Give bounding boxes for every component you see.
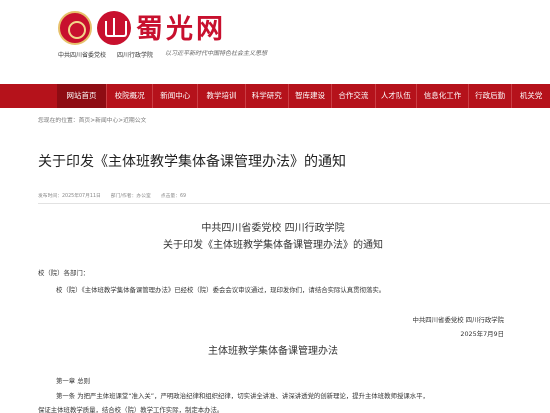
header-slogan: 以习近平新时代中国特色社会主义思想 — [165, 50, 268, 57]
breadcrumb-news-link[interactable]: 新闻中心 — [95, 118, 118, 124]
nav-item[interactable]: 人才队伍 — [376, 84, 417, 108]
nav-separator — [244, 84, 246, 108]
article-title: 关于印发《主体班教学集体备课管理办法》的通知 — [38, 154, 346, 170]
nav-separator — [106, 84, 107, 108]
doc-article-line: 保证主体班教学质量，结合校（院）教学工作实际，制定本办法。 — [38, 406, 224, 413]
nav-separator — [374, 84, 376, 108]
breadcrumb-current-link[interactable]: 近期公文 — [123, 118, 146, 124]
nav-item[interactable]: 新闻中心 — [153, 84, 197, 108]
doc-paragraph: 校（院）《主体班教学集体备课管理办法》已经校（院）委会会议审议通过，现印发你们，… — [56, 286, 386, 294]
doc-notice-title: 关于印发《主体班教学集体备课管理办法》的通知 — [163, 240, 383, 251]
nav-separator — [152, 84, 154, 108]
doc-org-line: 中共四川省委党校 四川行政学院 — [201, 223, 345, 234]
nav-item[interactable]: 合作交流 — [332, 84, 374, 108]
nav-item[interactable]: 行政后勤 — [469, 84, 511, 108]
shuguang-logo-icon[interactable] — [97, 11, 131, 45]
doc-article-line: 第一条 为把严主体班课堂“准入关”，严明政治纪律和组织纪律，切实讲全讲准、讲深讲… — [56, 392, 429, 400]
nav-item[interactable]: 校院概况 — [107, 84, 152, 108]
nav-separator — [287, 84, 289, 108]
breadcrumb: 您现在的位置：首页>新闻中心>近期公文 — [38, 115, 146, 124]
doc-signature-org: 中共四川省委党校 四川行政学院 — [412, 316, 505, 324]
publish-date: 发布时间：2025年07月11日 — [38, 194, 101, 199]
nav-item[interactable]: 科学研究 — [246, 84, 288, 108]
article-meta: 发布时间：2025年07月11日 部门/作者：办公室 点击量：69 — [38, 192, 186, 199]
doc-salutation: 校（院）各部门： — [38, 269, 90, 277]
nav-separator — [331, 84, 333, 108]
nav-separator — [197, 84, 199, 108]
site-brand[interactable]: 蜀光网 — [136, 7, 226, 46]
breadcrumb-prefix: 您现在的位置： — [38, 118, 79, 124]
org-name-right: 四川行政学院 — [117, 52, 154, 59]
title-divider — [38, 203, 550, 204]
nav-item[interactable]: 网站首页 — [57, 84, 107, 108]
nav-item[interactable]: 机关党 — [512, 84, 550, 108]
nav-separator — [467, 84, 469, 108]
site-header: 蜀光网 中共四川省委党校 四川行政学院 以习近平新时代中国特色社会主义思想 — [0, 0, 550, 84]
doc-title: 主体班教学集体备课管理办法 — [208, 346, 338, 357]
nav-separator — [511, 84, 513, 108]
org-name-left: 中共四川省委党校 — [58, 52, 107, 59]
nav-item[interactable]: 信息化工作 — [417, 84, 468, 108]
article-author: 部门/作者：办公室 — [110, 194, 151, 199]
party-school-emblem-icon[interactable] — [58, 11, 92, 45]
doc-chapter-heading: 第一章 总则 — [56, 377, 90, 385]
main-nav: 网站首页 校院概况 新闻中心 教学培训 科学研究 智库建设 合作交流 人才队伍 信息化工作 行政后… — [0, 84, 550, 108]
doc-signature-date: 2025年7月9日 — [460, 330, 504, 338]
breadcrumb-home-link[interactable]: 首页 — [79, 118, 91, 124]
nav-item[interactable]: 教学培训 — [198, 84, 244, 108]
nav-separator — [416, 84, 418, 108]
view-count: 点击量：69 — [160, 194, 187, 199]
nav-item[interactable]: 智库建设 — [289, 84, 331, 108]
